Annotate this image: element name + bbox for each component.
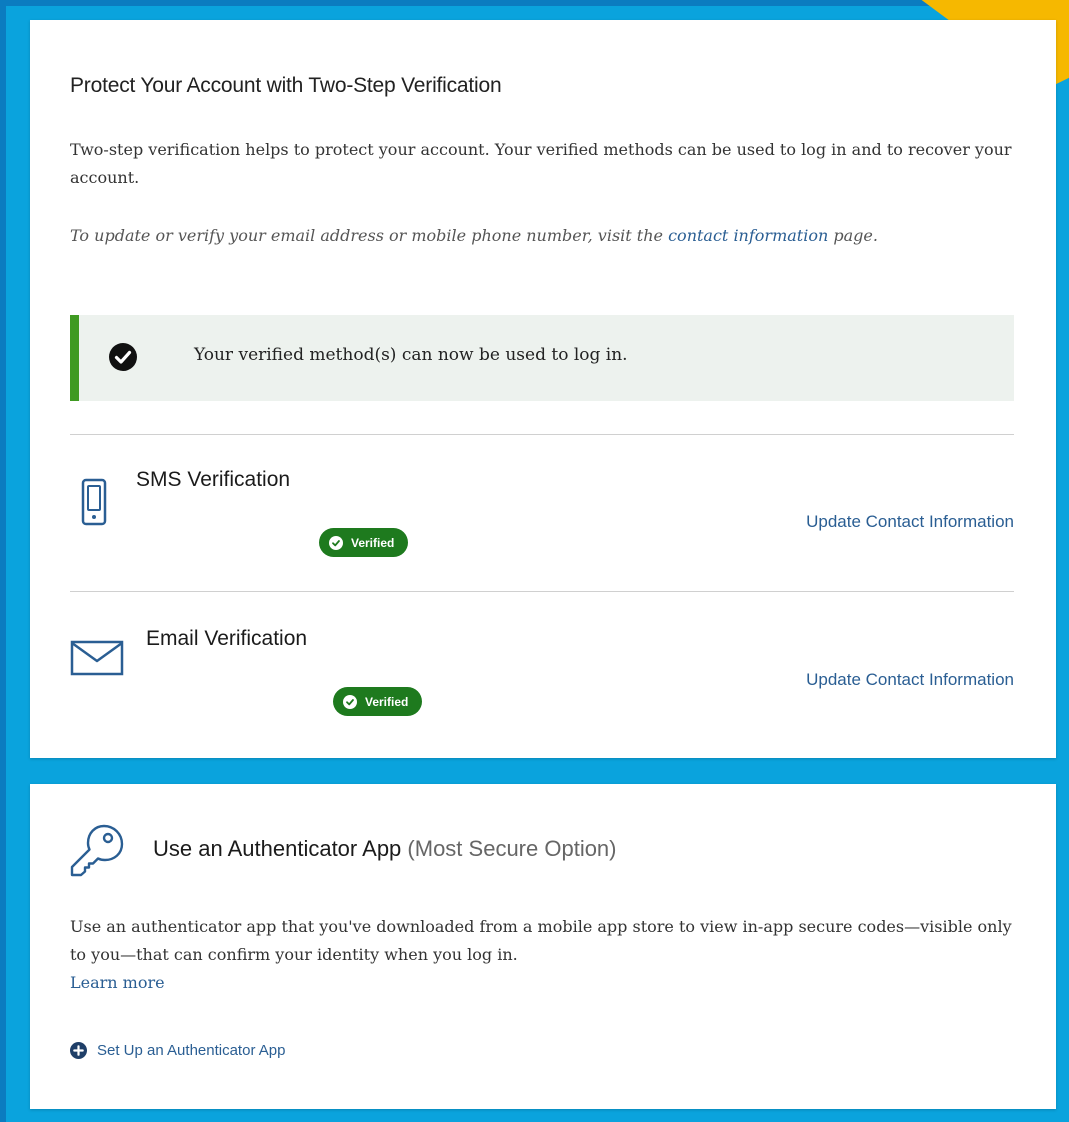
contact-info-note: To update or verify your email address o…: [70, 222, 950, 250]
mobile-phone-icon: [81, 478, 107, 526]
key-icon: [70, 824, 124, 877]
note-prefix: To update or verify your email address o…: [70, 226, 669, 245]
two-step-title: Protect Your Account with Two-Step Verif…: [70, 74, 502, 97]
sms-verified-badge: Verified: [319, 528, 409, 557]
authenticator-description: Use an authenticator app that you've dow…: [70, 913, 1030, 997]
verified-check-icon: [329, 535, 343, 550]
contact-information-link[interactable]: contact information: [668, 226, 828, 245]
divider: [70, 591, 1014, 592]
plus-circle-icon: [70, 1042, 87, 1059]
sms-status-label: Verified: [351, 535, 395, 550]
learn-more-link[interactable]: Learn more: [70, 973, 165, 992]
two-step-intro: Two-step verification helps to protect y…: [70, 140, 1012, 187]
authenticator-description-text: Use an authenticator app that you've dow…: [70, 917, 1012, 964]
two-step-card: Protect Your Account with Two-Step Verif…: [30, 20, 1056, 758]
email-update-contact-link[interactable]: Update Contact Information: [806, 670, 1014, 690]
authenticator-subtitle: (Most Secure Option): [407, 836, 617, 861]
sms-method-title: SMS Verification: [136, 468, 291, 491]
authenticator-title-main: Use an Authenticator App: [153, 836, 402, 861]
divider: [70, 434, 1014, 435]
email-verified-badge: Verified: [333, 687, 423, 716]
setup-authenticator-label: Set Up an Authenticator App: [97, 1042, 286, 1059]
email-status-label: Verified: [365, 694, 409, 709]
alert-message: Your verified method(s) can now be used …: [194, 345, 628, 365]
authenticator-card: Use an Authenticator App (Most Secure Op…: [30, 784, 1056, 1109]
envelope-icon: [70, 640, 124, 676]
setup-authenticator-button[interactable]: Set Up an Authenticator App: [70, 1042, 285, 1059]
sms-update-contact-link[interactable]: Update Contact Information: [806, 512, 1014, 532]
authenticator-title: Use an Authenticator App (Most Secure Op…: [153, 836, 617, 862]
verified-check-icon: [343, 694, 357, 709]
email-method-title: Email Verification: [146, 627, 308, 650]
note-suffix: page.: [828, 226, 878, 245]
success-alert: Your verified method(s) can now be used …: [70, 315, 1014, 401]
check-circle-icon: [109, 343, 137, 371]
